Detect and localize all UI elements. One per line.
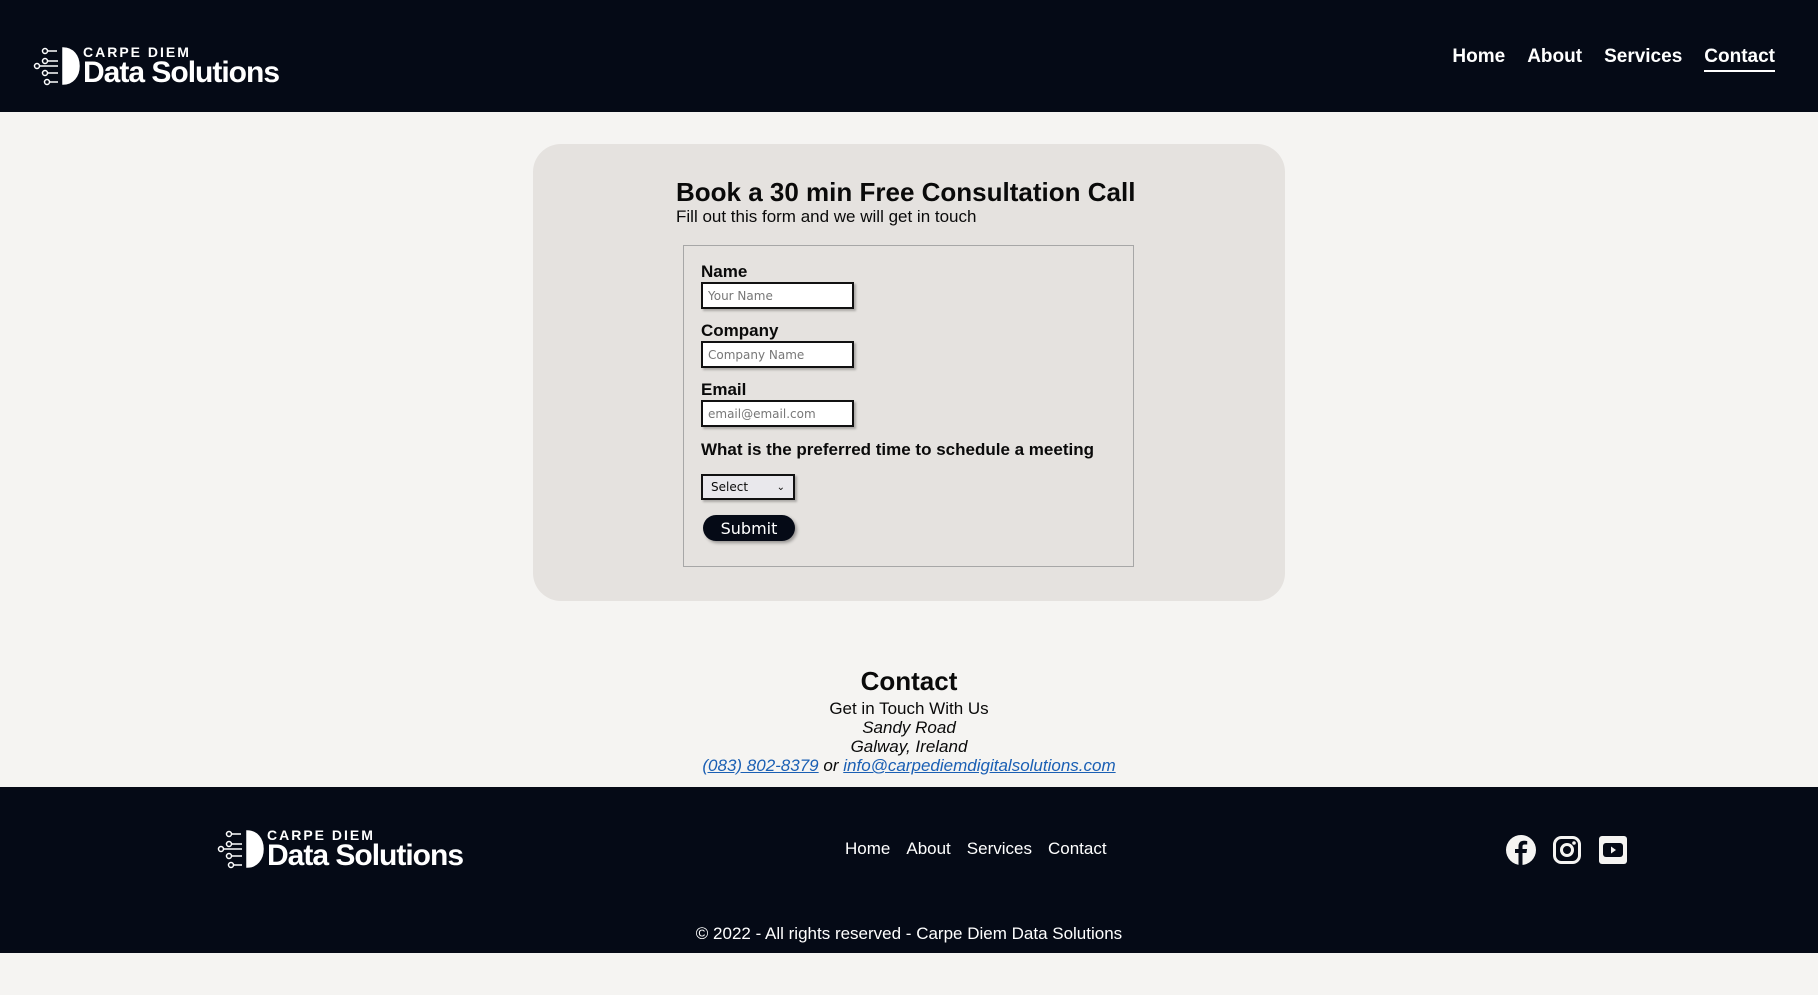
logo-name: Data Solutions xyxy=(267,839,464,872)
email-input[interactable] xyxy=(701,400,854,427)
footer-nav-services[interactable]: Services xyxy=(967,839,1032,859)
address-line-2: Galway, Ireland xyxy=(850,737,968,756)
logo-name: Data Solutions xyxy=(83,56,280,89)
address-line-1: Sandy Road xyxy=(862,718,956,737)
contact-heading: Contact xyxy=(860,666,958,696)
company-label: Company xyxy=(701,321,779,340)
facebook-icon[interactable] xyxy=(1506,835,1536,865)
footer-nav-home[interactable]: Home xyxy=(845,839,890,859)
chevron-down-icon: ⌄ xyxy=(776,481,785,493)
nav-about[interactable]: About xyxy=(1527,46,1582,72)
form-title: Book a 30 min Free Consultation Call xyxy=(676,177,1136,207)
nav-services[interactable]: Services xyxy=(1604,46,1682,72)
company-input[interactable] xyxy=(701,341,854,368)
footer-logo[interactable]: CARPE DIEM Data Solutions xyxy=(217,828,464,872)
phone-link[interactable]: (083) 802-8379 xyxy=(702,756,818,775)
or-text: or xyxy=(823,756,839,775)
site-footer: CARPE DIEM Data Solutions Home About Serv… xyxy=(0,787,1818,953)
site-header: CARPE DIEM Data Solutions Home About Serv… xyxy=(0,0,1818,112)
name-label: Name xyxy=(701,262,748,281)
name-input[interactable] xyxy=(701,282,854,309)
logo[interactable]: CARPE DIEM Data Solutions xyxy=(33,45,280,89)
contact-section: Contact Get in Touch With Us Sandy Road … xyxy=(0,666,1818,775)
instagram-icon[interactable] xyxy=(1552,835,1582,865)
copyright: © 2022 - All rights reserved - Carpe Die… xyxy=(695,924,1123,943)
nav-home[interactable]: Home xyxy=(1452,46,1505,72)
nav-contact[interactable]: Contact xyxy=(1704,46,1775,72)
time-select[interactable]: Select ⌄ xyxy=(701,474,795,500)
contact-tagline: Get in Touch With Us xyxy=(829,699,989,718)
social-links xyxy=(1506,835,1628,865)
time-label: What is the preferred time to schedule a… xyxy=(701,440,1094,459)
main-nav: Home About Services Contact xyxy=(1452,46,1775,72)
youtube-icon[interactable] xyxy=(1598,835,1628,865)
form-subtitle: Fill out this form and we will get in to… xyxy=(676,207,977,226)
brain-circuit-icon xyxy=(33,47,80,86)
footer-nav-about[interactable]: About xyxy=(906,839,950,859)
footer-nav: Home About Services Contact xyxy=(845,839,1107,859)
time-select-value: Select xyxy=(711,480,749,494)
footer-nav-contact[interactable]: Contact xyxy=(1048,839,1107,859)
brain-circuit-icon xyxy=(217,830,264,869)
email-label: Email xyxy=(701,380,747,399)
submit-button[interactable]: Submit xyxy=(703,515,795,541)
email-link[interactable]: info@carpediemdigitalsolutions.com xyxy=(843,756,1115,775)
